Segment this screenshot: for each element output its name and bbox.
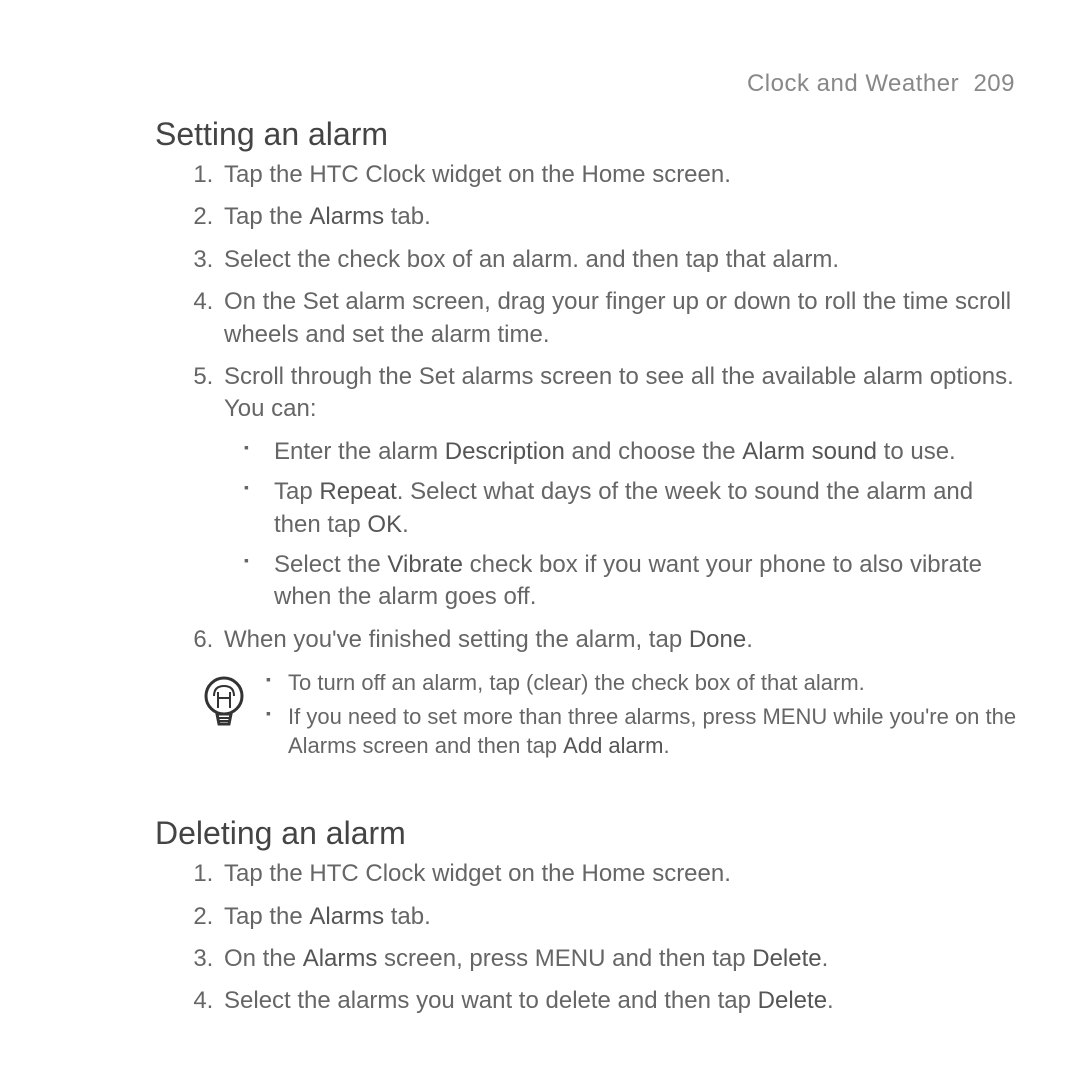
list-item: Select the alarms you want to delete and…: [220, 985, 1020, 1017]
page-header: Clock and Weather 209: [120, 70, 1020, 98]
tip-box: To turn off an alarm, tap (clear) the ch…: [200, 668, 1020, 765]
tip-list: To turn off an alarm, tap (clear) the ch…: [266, 668, 1020, 765]
list-item: Tap Repeat. Select what days of the week…: [254, 476, 1020, 541]
list-item: Tap the Alarms tab.: [220, 201, 1020, 233]
list-item: Scroll through the Set alarms screen to …: [220, 361, 1020, 614]
setting-steps-list: Tap the HTC Clock widget on the Home scr…: [175, 159, 1020, 656]
list-item: Tap the HTC Clock widget on the Home scr…: [220, 858, 1020, 890]
list-item: Select the check box of an alarm. and th…: [220, 244, 1020, 276]
list-item: Tap the Alarms tab.: [220, 901, 1020, 933]
sub-list: Enter the alarm Description and choose t…: [224, 436, 1020, 614]
list-item: Enter the alarm Description and choose t…: [254, 436, 1020, 468]
page-content: Clock and Weather 209 Setting an alarm T…: [0, 0, 1080, 1018]
list-item: Tap the HTC Clock widget on the Home scr…: [220, 159, 1020, 191]
list-item: On the Set alarm screen, drag your finge…: [220, 286, 1020, 351]
list-item: On the Alarms screen, press MENU and the…: [220, 943, 1020, 975]
list-item: If you need to set more than three alarm…: [266, 702, 1020, 761]
list-item: To turn off an alarm, tap (clear) the ch…: [266, 668, 1020, 698]
header-section: Clock and Weather: [747, 70, 959, 97]
heading-setting-alarm: Setting an alarm: [155, 116, 1020, 153]
section-deleting-alarm: Deleting an alarm Tap the HTC Clock widg…: [120, 815, 1020, 1018]
lightbulb-icon: [200, 674, 248, 732]
header-page-number: 209: [973, 70, 1015, 97]
heading-deleting-alarm: Deleting an alarm: [155, 815, 1020, 852]
deleting-steps-list: Tap the HTC Clock widget on the Home scr…: [175, 858, 1020, 1018]
list-item: Select the Vibrate check box if you want…: [254, 549, 1020, 614]
list-item: When you've finished setting the alarm, …: [220, 624, 1020, 656]
